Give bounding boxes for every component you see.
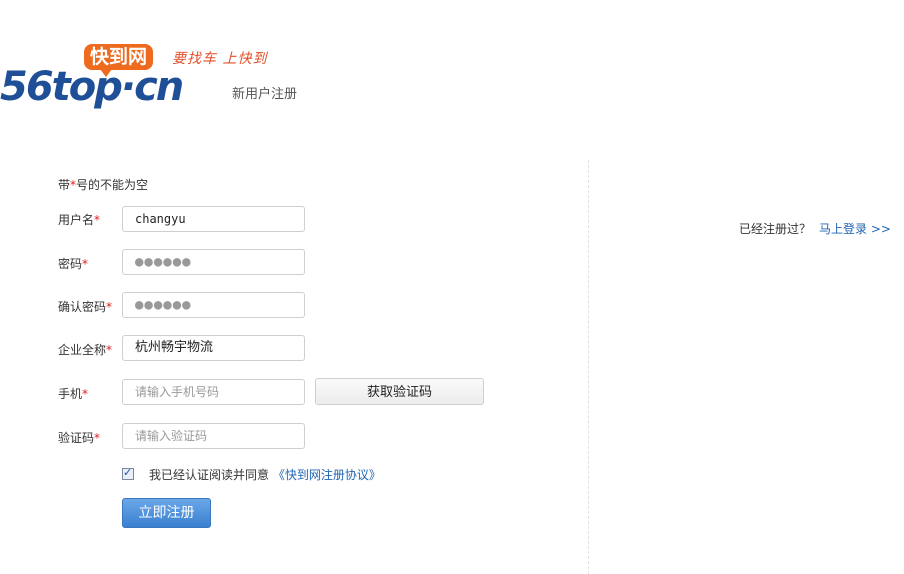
get-code-button[interactable]: 获取验证码 xyxy=(315,378,484,405)
logo-wordmark: 56top·cn xyxy=(0,64,184,110)
confirm-password-field[interactable]: ●●●●●● xyxy=(122,292,305,318)
password-label-text: 密码 xyxy=(58,257,83,271)
required-note-suffix: 号的不能为空 xyxy=(76,178,149,192)
agreement-label: 我已经认证阅读并同意 xyxy=(149,468,270,482)
login-prompt-text: 已经注册过？ xyxy=(739,222,812,236)
code-label-text: 验证码 xyxy=(58,431,95,445)
vertical-divider xyxy=(588,160,589,574)
username-field[interactable]: changyu xyxy=(122,206,305,232)
phone-label-text: 手机 xyxy=(58,387,83,401)
company-label-text: 企业全称 xyxy=(58,343,107,357)
company-name-field[interactable]: 杭州畅宇物流 xyxy=(122,335,305,361)
required-star: * xyxy=(82,387,89,401)
password-field[interactable]: ●●●●●● xyxy=(122,249,305,275)
required-note: 带*号的不能为空 xyxy=(58,176,148,193)
required-star: * xyxy=(82,257,89,271)
agree-checkbox[interactable] xyxy=(122,466,134,480)
username-label-text: 用户名 xyxy=(58,213,95,227)
logo-slogan: 要找车 上快到 xyxy=(172,51,268,67)
confirm-password-label-text: 确认密码 xyxy=(58,300,107,314)
code-label: 验证码* xyxy=(58,429,100,446)
phone-field[interactable]: 请输入手机号码 xyxy=(122,379,305,405)
username-label: 用户名* xyxy=(58,211,100,228)
confirm-password-label: 确认密码* xyxy=(58,298,112,315)
password-label: 密码* xyxy=(58,255,88,272)
company-label: 企业全称* xyxy=(58,341,112,358)
page-title: 新用户注册 xyxy=(232,87,298,102)
login-link[interactable]: 马上登录 >> xyxy=(819,222,891,236)
required-star: * xyxy=(106,300,113,314)
verification-code-field[interactable]: 请输入验证码 xyxy=(122,423,305,449)
agreement-link[interactable]: 《快到网注册协议》 xyxy=(273,468,381,482)
required-star: * xyxy=(94,213,101,227)
agreement-text: 我已经认证阅读并同意 《快到网注册协议》 xyxy=(149,466,381,483)
login-prompt: 已经注册过？ 马上登录 >> xyxy=(739,220,891,237)
required-note-prefix: 带 xyxy=(58,178,71,192)
required-star: * xyxy=(94,431,101,445)
site-logo[interactable]: 快到网 要找车 上快到 56top·cn xyxy=(0,40,266,120)
phone-label: 手机* xyxy=(58,385,88,402)
required-star: * xyxy=(106,343,113,357)
register-button[interactable]: 立即注册 xyxy=(122,498,211,528)
